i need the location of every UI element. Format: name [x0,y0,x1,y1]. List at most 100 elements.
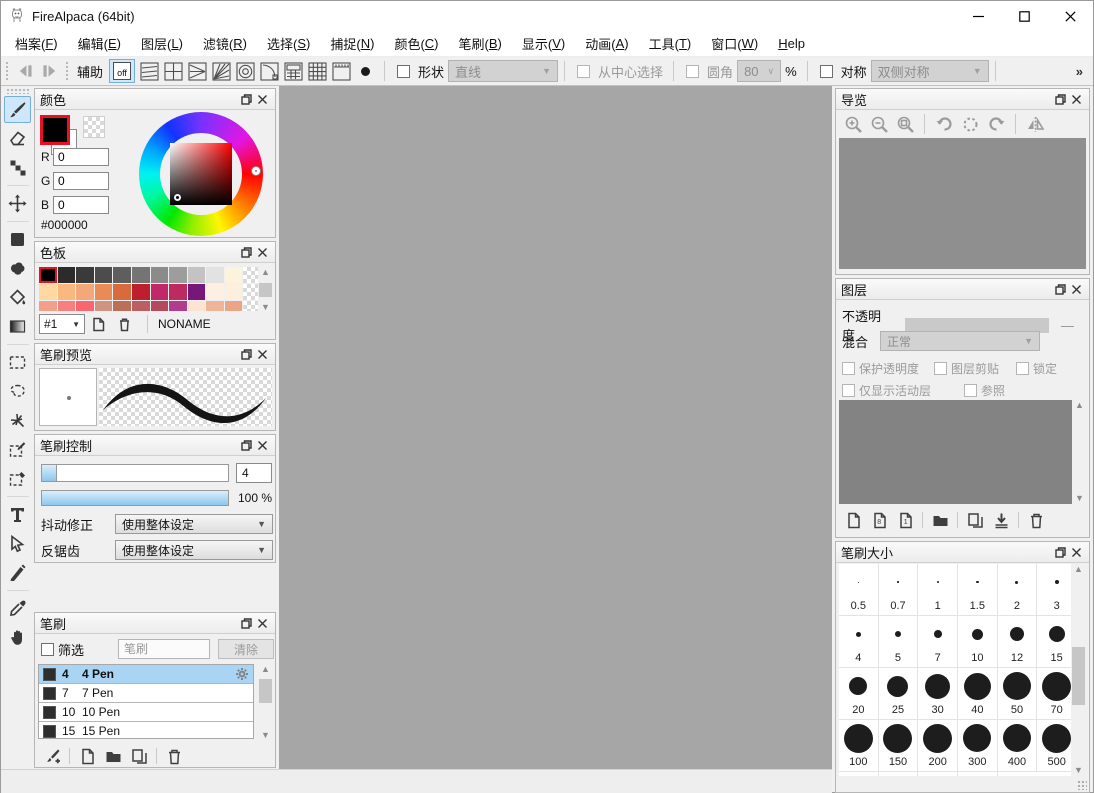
text-tool[interactable] [4,501,31,528]
close-panel-icon[interactable] [1068,281,1084,297]
new-1bit-layer-icon[interactable]: 1 [892,510,918,530]
palette-swatch[interactable] [151,284,169,300]
brush-size-cell[interactable]: 12 [998,616,1038,668]
menu-item-t[interactable]: 工具(T) [639,33,702,55]
palette-swatch[interactable] [113,284,131,300]
palette-swatch[interactable] [95,267,113,283]
brush-search-input[interactable] [118,639,210,659]
move-tool[interactable] [4,190,31,217]
palette-swatch[interactable] [225,284,243,300]
palette-swatch[interactable] [151,301,169,311]
palette-swatch[interactable] [39,301,57,311]
corner-radius-spinner[interactable]: 80∨ [737,60,781,82]
palette-swatch[interactable] [206,284,224,300]
menu-item-c[interactable]: 颜色(C) [384,33,448,55]
zoom-out-icon[interactable] [866,112,892,136]
palette-swatch[interactable] [169,284,187,300]
brush-size-cell[interactable] [879,772,919,776]
palette-swatch[interactable] [225,267,243,283]
palette-swatch[interactable] [188,267,206,283]
eyedropper-tool[interactable] [4,595,31,622]
brush-size-cell[interactable]: 2 [998,564,1038,616]
brush-clear-button[interactable]: 清除 [218,639,274,659]
brush-size-cell[interactable]: 20 [839,668,879,720]
close-panel-icon[interactable] [1068,91,1084,107]
brush-folder-icon[interactable] [100,746,126,766]
from-center-checkbox[interactable] [577,65,590,78]
minimize-button[interactable] [955,1,1001,31]
correction-select[interactable]: 使用整体设定▼ [115,514,273,534]
palette-swatch[interactable] [95,284,113,300]
menu-item-s[interactable]: 选择(S) [257,33,320,55]
scroll-thumb[interactable] [259,283,272,297]
snap-circle-button[interactable] [233,59,257,83]
layer-list-area[interactable] [839,400,1075,504]
resize-grip[interactable] [1077,780,1087,790]
scroll-up-icon[interactable]: ▲ [259,664,272,675]
gradient-tool[interactable] [4,313,31,340]
hand-tool[interactable] [4,624,31,651]
close-button[interactable] [1047,1,1093,31]
snap-parallel-button[interactable] [137,59,161,83]
shape-checkbox[interactable] [397,65,410,78]
palette-swatch[interactable] [206,301,224,311]
close-panel-icon[interactable] [254,244,270,260]
delete-layer-icon[interactable] [1023,510,1049,530]
flip-horizontal-icon[interactable] [1022,112,1048,136]
brush-size-cell[interactable]: 400 [998,720,1038,772]
palette-swatch[interactable] [206,267,224,283]
float-panel-icon[interactable] [1052,281,1068,297]
show-active-only-checkbox[interactable] [842,384,855,397]
foreground-color-swatch[interactable] [40,115,70,145]
dot-tool[interactable] [4,154,31,181]
palette-swatch[interactable] [95,301,113,311]
rounded-corner-checkbox[interactable] [686,65,699,78]
snap-ruler-button[interactable] [329,59,353,83]
brush-opacity-slider[interactable] [41,490,229,506]
navigator-preview[interactable] [839,138,1086,269]
brush-list-item[interactable]: 15 15 Pen [39,722,253,739]
duplicate-layer-icon[interactable] [962,510,988,530]
clipping-checkbox[interactable] [934,362,947,375]
tool-column-grip[interactable] [6,88,30,94]
sv-marker[interactable] [174,194,181,201]
close-panel-icon[interactable] [254,346,270,362]
snap-curve-button[interactable] [257,59,281,83]
delete-palette-icon[interactable] [111,314,137,334]
brush-size-cell[interactable]: 10 [958,616,998,668]
brush-list-scrollbar[interactable]: ▲ ▼ [258,664,273,741]
float-panel-icon[interactable] [238,91,254,107]
brush-settings-gear-icon[interactable] [235,667,249,681]
bucket-tool[interactable] [4,284,31,311]
scroll-down-icon[interactable]: ▼ [1073,493,1086,504]
rotate-left-icon[interactable] [931,112,957,136]
brush-size-cell[interactable]: 0.7 [879,564,919,616]
duplicate-brush-icon[interactable] [126,746,152,766]
new-layer-icon[interactable] [840,510,866,530]
menu-item-r[interactable]: 滤镜(R) [193,33,257,55]
brush-size-cell[interactable] [918,772,958,776]
menu-item-l[interactable]: 图层(L) [131,33,193,55]
toolbar-grip[interactable] [4,60,10,82]
palette-page-select[interactable]: #1▼ [39,314,85,334]
select-eraser-tool[interactable] [4,465,31,492]
rotate-reset-icon[interactable] [957,112,983,136]
scroll-thumb[interactable] [1072,647,1085,705]
brush-list-item[interactable]: 4 4 Pen [39,665,253,684]
scroll-down-icon[interactable]: ▼ [259,730,272,741]
close-panel-icon[interactable] [1068,544,1084,560]
brush-size-cell[interactable]: 0.5 [839,564,879,616]
palette-swatch[interactable] [39,284,57,300]
close-panel-icon[interactable] [254,437,270,453]
float-panel-icon[interactable] [238,244,254,260]
snap-vanishing-button[interactable] [185,59,209,83]
next-canvas-button[interactable] [37,60,61,82]
brush-size-value[interactable]: 4 [236,463,272,483]
palette-swatch[interactable] [132,301,150,311]
brush-size-scrollbar[interactable]: ▲ ▼ [1071,564,1086,776]
brush-size-cell[interactable]: 50 [998,668,1038,720]
brush-size-slider[interactable] [41,464,229,482]
brush-size-cell[interactable]: 25 [879,668,919,720]
operation-tool[interactable] [4,530,31,557]
b-input[interactable] [53,196,109,214]
